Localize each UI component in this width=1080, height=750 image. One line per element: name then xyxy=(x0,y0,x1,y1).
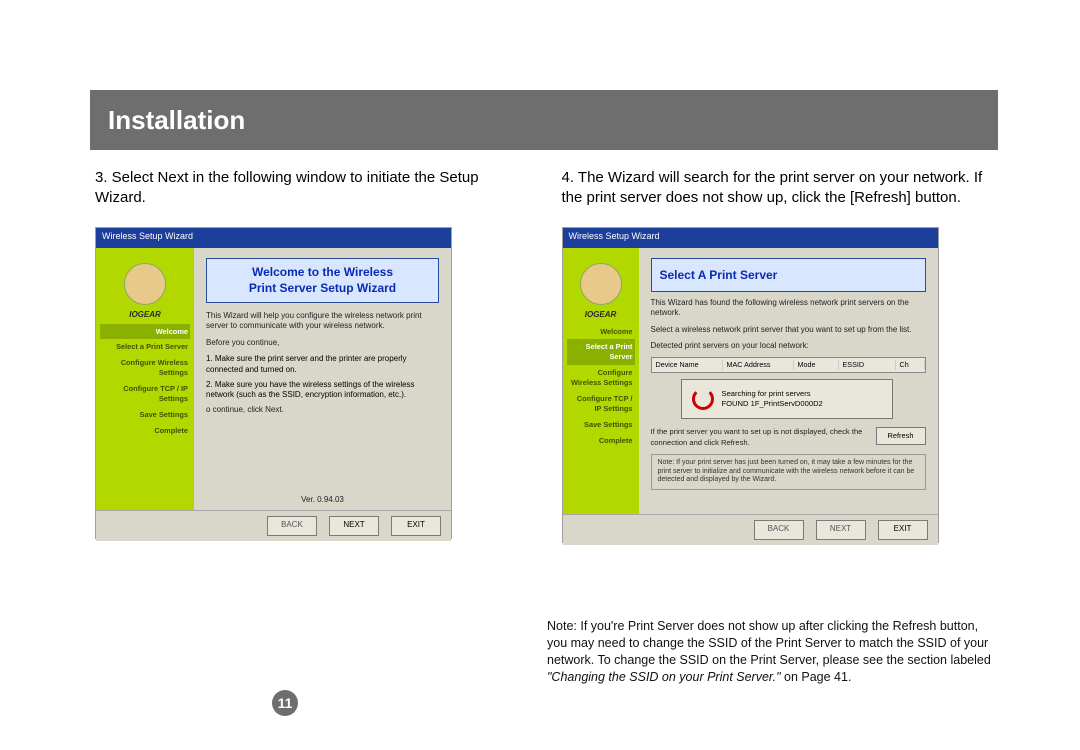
back-button[interactable]: BACK xyxy=(754,520,804,540)
sidebar-step-welcome: Welcome xyxy=(567,324,635,340)
wizard-sidebar: IOGEAR Welcome Select a Print Server Con… xyxy=(563,248,639,514)
footnote-tail: on Page 41. xyxy=(784,670,851,684)
continue-text: o continue, click Next. xyxy=(206,405,439,415)
sidebar-step-complete: Complete xyxy=(100,423,190,439)
section-header: Installation xyxy=(90,90,998,150)
sidebar-step-config: Configure Wireless Settings xyxy=(567,365,635,391)
two-column-layout: 3. Select Next in the following window t… xyxy=(95,168,998,543)
brand-label: IOGEAR xyxy=(585,310,617,321)
screenshot-step-3: Wireless Setup Wizard IOGEAR Welcome Sel… xyxy=(95,227,452,539)
page-number: 11 xyxy=(272,690,298,716)
version-label: Ver. 0.94.03 xyxy=(206,495,439,506)
server-table-header: Device Name MAC Address Mode ESSID Ch xyxy=(651,357,926,373)
mascot-icon xyxy=(124,263,166,305)
prereq-1: 1. Make sure the print server and the pr… xyxy=(206,354,439,376)
column-left: 3. Select Next in the following window t… xyxy=(95,168,532,543)
wizard-content-welcome: Welcome to the Wireless Print Server Set… xyxy=(194,248,451,510)
wizard-footer: BACK NEXT EXIT xyxy=(96,510,451,541)
next-button[interactable]: NEXT xyxy=(816,520,866,540)
mascot-logo: IOGEAR xyxy=(96,248,194,320)
startup-note: Note: If your print server has just been… xyxy=(651,454,926,490)
banner-line2: Print Server Setup Wizard xyxy=(215,280,430,296)
sidebar-step-save: Save Settings xyxy=(100,407,190,423)
col-mac: MAC Address xyxy=(723,360,794,370)
popup-l1: Searching for print servers xyxy=(722,389,823,399)
window-titlebar: Wireless Setup Wizard xyxy=(563,228,938,248)
footnote-italic: "Changing the SSID on your Print Server.… xyxy=(547,670,781,684)
select-banner-text: Select A Print Server xyxy=(660,268,778,282)
popup-l2: FOUND 1F_PrintServD000D2 xyxy=(722,399,823,409)
footnote-text: Note: If you're Print Server does not sh… xyxy=(547,619,991,667)
step-4-text: 4. The Wizard will search for the print … xyxy=(562,168,999,209)
prereq-2: 2. Make sure you have the wireless setti… xyxy=(206,380,439,402)
wizard-footer: BACK NEXT EXIT xyxy=(563,514,938,545)
brand-label: IOGEAR xyxy=(129,310,161,321)
wizard-steps-list: Welcome Select a Print Server Configure … xyxy=(96,320,194,444)
prereq-list: 1. Make sure the print server and the pr… xyxy=(206,354,439,405)
refresh-hint: If the print server you want to set up i… xyxy=(651,427,868,448)
wizard-body: IOGEAR Welcome Select a Print Server Con… xyxy=(563,248,938,514)
sidebar-step-select: Select a Print Server xyxy=(100,339,190,355)
column-right: 4. The Wizard will search for the print … xyxy=(562,168,999,543)
window-titlebar: Wireless Setup Wizard xyxy=(96,228,451,248)
select-description: This Wizard has found the following wire… xyxy=(651,298,926,358)
back-button[interactable]: BACK xyxy=(267,516,317,536)
step-3-text: 3. Select Next in the following window t… xyxy=(95,168,532,209)
spinner-icon xyxy=(692,388,714,410)
sidebar-step-welcome: Welcome xyxy=(100,324,190,340)
exit-button[interactable]: EXIT xyxy=(391,516,441,536)
welcome-description: This Wizard will help you configure the … xyxy=(206,311,439,354)
sidebar-step-config: Configure Wireless Settings xyxy=(100,355,190,381)
wizard-body: IOGEAR Welcome Select a Print Server Con… xyxy=(96,248,451,510)
footnote: Note: If you're Print Server does not sh… xyxy=(547,618,998,686)
select-p2: Select a wireless network print server t… xyxy=(651,325,926,335)
exit-button[interactable]: EXIT xyxy=(878,520,928,540)
screenshot-step-4: Wireless Setup Wizard IOGEAR Welcome Sel… xyxy=(562,227,939,543)
wizard-content-select: Select A Print Server This Wizard has fo… xyxy=(639,248,938,514)
welcome-banner: Welcome to the Wireless Print Server Set… xyxy=(206,258,439,303)
mascot-logo: IOGEAR xyxy=(563,248,639,320)
popup-text: Searching for print servers FOUND 1F_Pri… xyxy=(722,389,823,410)
sidebar-step-save: Save Settings xyxy=(567,417,635,433)
col-ch: Ch xyxy=(896,360,925,370)
welcome-p2: Before you continue, xyxy=(206,338,439,348)
refresh-row: If the print server you want to set up i… xyxy=(651,427,926,448)
select-banner: Select A Print Server xyxy=(651,258,926,292)
sidebar-step-tcp: Configure TCP / IP Settings xyxy=(100,381,190,407)
mascot-icon xyxy=(580,263,622,305)
wizard-sidebar: IOGEAR Welcome Select a Print Server Con… xyxy=(96,248,194,510)
refresh-button[interactable]: Refresh xyxy=(876,427,926,445)
search-popup: Searching for print servers FOUND 1F_Pri… xyxy=(681,379,893,419)
select-p1: This Wizard has found the following wire… xyxy=(651,298,926,319)
continue-hint: o continue, click Next. xyxy=(206,405,439,421)
select-p3: Detected print servers on your local net… xyxy=(651,341,926,351)
wizard-steps-list: Welcome Select a Print Server Configure … xyxy=(563,320,639,454)
col-mode: Mode xyxy=(794,360,839,370)
banner-line1: Welcome to the Wireless xyxy=(215,264,430,280)
next-button[interactable]: NEXT xyxy=(329,516,379,536)
section-title: Installation xyxy=(108,105,245,136)
welcome-p1: This Wizard will help you configure the … xyxy=(206,311,439,332)
col-essid: ESSID xyxy=(839,360,896,370)
sidebar-step-tcp: Configure TCP / IP Settings xyxy=(567,391,635,417)
col-device: Device Name xyxy=(652,360,723,370)
sidebar-step-select: Select a Print Server xyxy=(567,339,635,365)
sidebar-step-complete: Complete xyxy=(567,433,635,449)
manual-page: Installation 3. Select Next in the follo… xyxy=(0,0,1080,750)
